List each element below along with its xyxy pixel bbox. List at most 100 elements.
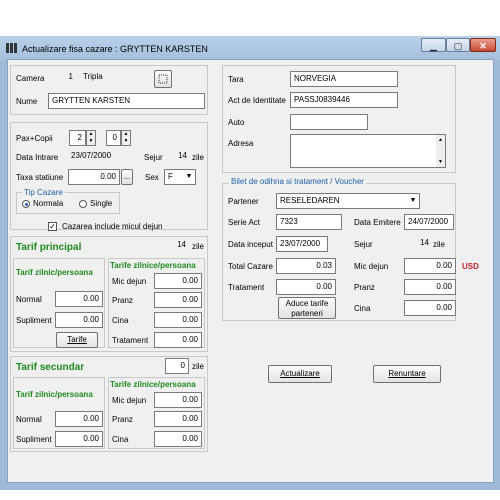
tarif-principal-zile: zile (192, 242, 205, 251)
partener-label: Partener (228, 197, 259, 206)
tarif-secundar-title: Tarif secundar (16, 362, 85, 373)
voucher-tratament-field[interactable]: 0.00 (276, 279, 336, 295)
act-label: Act de Identitate (228, 96, 286, 105)
close-icon[interactable]: ✕ (470, 38, 496, 52)
voucher-cina-field[interactable]: 0.00 (404, 300, 456, 316)
auto-label: Auto (228, 118, 245, 127)
sejur-label: Sejur (144, 153, 163, 162)
lookup-icon[interactable] (154, 70, 172, 88)
tarif-principal-title: Tarif principal (16, 242, 82, 253)
tarife-button[interactable]: Tarife (56, 332, 98, 348)
tp-mic-dejun-field[interactable]: 0.00 (154, 273, 202, 289)
normala-radio[interactable] (22, 200, 30, 208)
nume-label: Nume (16, 97, 38, 106)
tp-tratament-label: Tratament (112, 336, 149, 345)
tara-label: Tara (228, 75, 244, 84)
copii-input[interactable]: 0 (106, 130, 121, 146)
ts-supliment-field[interactable]: 0.00 (55, 431, 103, 447)
window-title: Actualizare fisa cazare : GRYTTEN KARSTE… (22, 44, 208, 54)
tp-col-left-header: Tarif zilnic/persoana (16, 268, 93, 277)
ts-mic-dejun-field[interactable]: 0.00 (154, 392, 202, 408)
taxa-field[interactable]: 0.00 (68, 169, 120, 185)
sejur-value: 14 (166, 149, 190, 165)
normala-label: Normala (33, 199, 64, 208)
voucher-mic-dejun-label: Mic dejun (354, 262, 389, 271)
tp-mic-dejun-label: Mic dejun (112, 277, 147, 286)
single-label: Single (90, 199, 113, 208)
pax-label: Pax+Copii (16, 134, 53, 143)
ts-supliment-label: Supliment (16, 435, 52, 444)
tp-normal-field[interactable]: 0.00 (55, 291, 103, 307)
voucher-sejur-label: Sejur (354, 240, 373, 249)
voucher-tratament-label: Tratament (228, 283, 265, 292)
nume-field[interactable]: GRYTTEN KARSTEN (48, 93, 205, 109)
pax-input[interactable]: 2 (69, 130, 86, 146)
tp-normal-label: Normal (16, 295, 42, 304)
tp-tratament-field[interactable]: 0.00 (154, 332, 202, 348)
data-emitere-label: Data Emitere (354, 218, 401, 227)
ts-pranz-field[interactable]: 0.00 (154, 411, 202, 427)
total-cazare-label: Total Cazare (228, 262, 273, 271)
camera-label: Camera (16, 74, 45, 83)
tarif-secundar-days[interactable]: 0 (165, 358, 189, 374)
pax-stepper[interactable]: ▲ ▼ (86, 130, 96, 146)
tarife-button-label: Tarife (67, 335, 87, 344)
ts-pranz-label: Pranz (112, 415, 133, 424)
app-icon (6, 42, 17, 54)
camera-type: Tripla (80, 70, 146, 86)
maximize-icon[interactable]: ▢ (446, 38, 470, 52)
auto-field[interactable] (290, 114, 368, 130)
micul-dejun-label: Cazarea include micul dejun (62, 222, 163, 231)
ts-cina-label: Cina (112, 435, 129, 444)
chevron-down-icon[interactable]: ▼ (407, 194, 419, 208)
single-radio[interactable] (79, 200, 87, 208)
chevron-down-icon[interactable]: ▼ (183, 170, 195, 184)
camera-number: 1 (50, 70, 76, 86)
adresa-textarea[interactable] (290, 134, 446, 168)
adresa-scrollbar[interactable]: ▲ ▼ (436, 135, 445, 167)
tp-supliment-field[interactable]: 0.00 (55, 312, 103, 328)
tp-cina-field[interactable]: 0.00 (154, 312, 202, 328)
actualizare-label: Actualizare (280, 369, 320, 378)
data-emitere-field[interactable]: 24/07/2000 (404, 214, 454, 230)
taxa-label: Taxa statiune (16, 173, 64, 182)
sejur-zile-label: zile (192, 153, 205, 162)
voucher-sejur-value: 14 (404, 236, 432, 252)
actualizare-button[interactable]: Actualizare (268, 365, 332, 383)
serie-field[interactable]: 7323 (276, 214, 342, 230)
sex-label: Sex (145, 173, 159, 182)
sex-value: F (168, 172, 173, 181)
data-inceput-label: Data inceput (228, 240, 273, 249)
data-intrare-value: 23/07/2000 (68, 149, 130, 165)
voucher-title: Bilet de odihna si tratament / Voucher (229, 177, 366, 187)
serie-label: Serie Act (228, 218, 261, 227)
voucher-pranz-field[interactable]: 0.00 (404, 279, 456, 295)
aduce-tarife-label: Aduce tarife parteneri (285, 299, 329, 318)
ts-mic-dejun-label: Mic dejun (112, 396, 147, 405)
ts-cina-field[interactable]: 0.00 (154, 431, 202, 447)
tp-pranz-label: Pranz (112, 296, 133, 305)
tara-field[interactable]: NORVEGIA (290, 71, 398, 87)
data-inceput-field[interactable]: 23/07/2000 (276, 236, 328, 252)
adresa-label: Adresa (228, 139, 254, 148)
total-cazare-field[interactable]: 0.03 (276, 258, 336, 274)
tp-pranz-field[interactable]: 0.00 (154, 292, 202, 308)
voucher-mic-dejun-field[interactable]: 0.00 (404, 258, 456, 274)
aduce-tarife-button[interactable]: Aduce tarife parteneri (278, 297, 336, 319)
taxa-lookup-button[interactable]: ... (121, 169, 133, 185)
partener-select[interactable]: RESELEDAREN (276, 193, 420, 209)
ts-col-left-header: Tarif zilnic/persoana (16, 390, 93, 399)
currency-label: USD (462, 262, 479, 271)
act-field[interactable]: PASSJ0839446 (290, 92, 398, 108)
voucher-pranz-label: Pranz (354, 283, 375, 292)
copii-stepper[interactable]: ▲ ▼ (121, 130, 131, 146)
tip-cazare-label: Tip Cazare (22, 188, 65, 198)
renuntare-label: Renuntare (388, 369, 426, 378)
renuntare-button[interactable]: Renuntare (373, 365, 441, 383)
ts-col-right-header: Tarife zilnice/persoana (110, 380, 196, 389)
data-intrare-label: Data Intrare (16, 153, 59, 162)
ts-normal-label: Normal (16, 415, 42, 424)
minimize-icon[interactable]: ▁ (421, 38, 446, 52)
micul-dejun-checkbox[interactable]: ✓ (48, 222, 57, 231)
ts-normal-field[interactable]: 0.00 (55, 411, 103, 427)
